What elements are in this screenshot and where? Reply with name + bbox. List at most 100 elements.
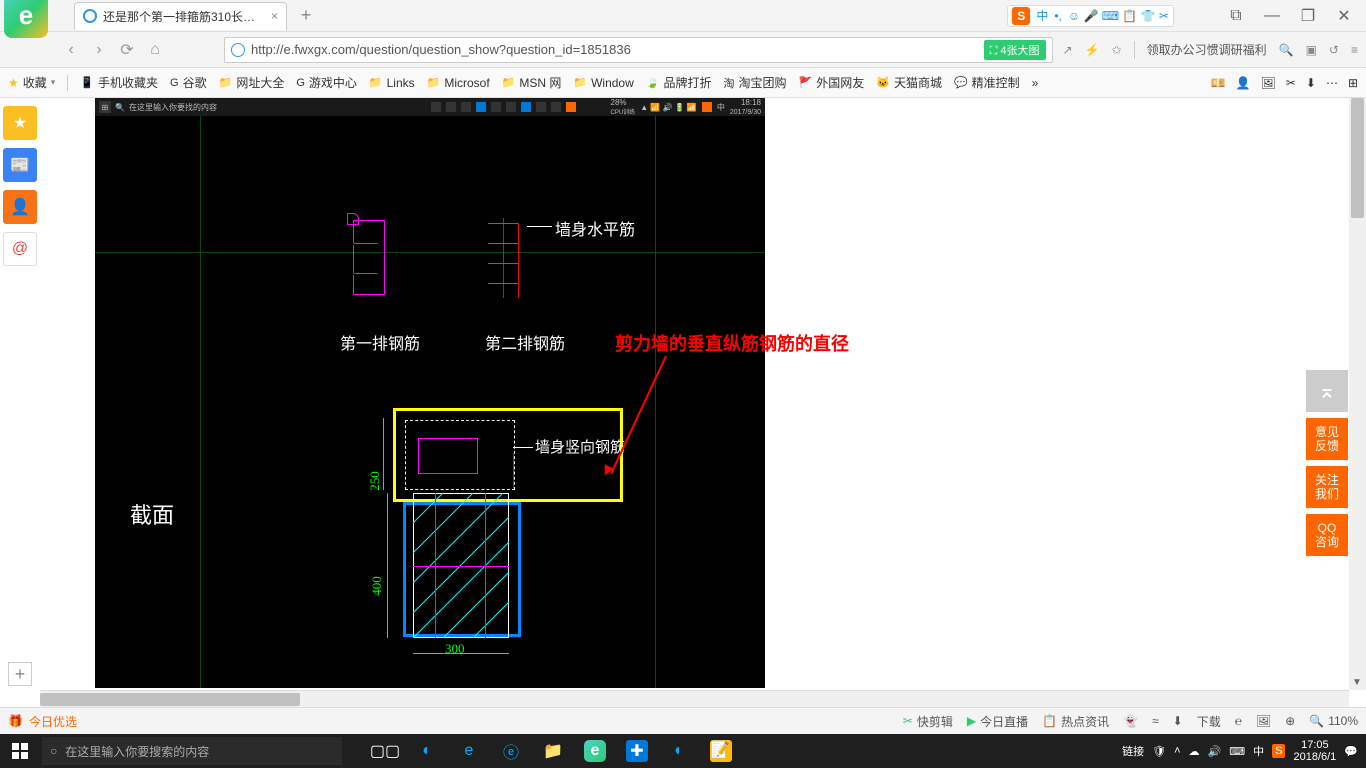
images-badge[interactable]: ⛶ 4张大图 <box>984 40 1046 60</box>
rail-favorites-icon[interactable]: ★ <box>3 106 37 140</box>
flash-icon[interactable]: ⚡ <box>1085 43 1100 57</box>
status-item[interactable]: ▶ 今日直播 <box>967 713 1028 730</box>
favorites-button[interactable]: ★收藏 ▾ <box>8 74 55 91</box>
bookmark-item[interactable]: 📁Links <box>369 74 415 91</box>
today-picks[interactable]: 🎁今日优选 <box>8 713 77 730</box>
bookmark-item[interactable]: 🐱天猫商城 <box>876 74 942 91</box>
task-app-notes[interactable]: 📝 <box>700 734 742 768</box>
ime-toolbar[interactable]: S 中 •, ☺ 🎤 ⌨ 📋 👕 ✂ <box>1007 5 1174 27</box>
bookmark-item[interactable]: 📱手机收藏夹 <box>80 74 158 91</box>
bookmark-tool-icon[interactable]: ⊞ <box>1348 76 1358 90</box>
tab-close-icon[interactable]: × <box>271 9 278 23</box>
rail-news-icon[interactable]: 📰 <box>3 148 37 182</box>
follow-button[interactable]: 关注 我们 <box>1306 466 1348 508</box>
search-icon[interactable]: 🔍 <box>1279 43 1294 57</box>
task-app-plus[interactable]: ✚ <box>616 734 658 768</box>
nav-back-button[interactable]: ‹ <box>62 41 80 59</box>
cad-vert-label: 墙身竖向钢筋 <box>535 436 625 457</box>
tray-keyboard-icon[interactable]: ⌨ <box>1229 745 1245 758</box>
tray-link-label: 链接 <box>1122 743 1144 759</box>
rail-at-icon[interactable]: @ <box>3 232 37 266</box>
task-app-360[interactable]: ◐ <box>406 734 448 768</box>
tray-shield-icon[interactable]: 🛡 <box>1152 745 1166 758</box>
status-icon[interactable]: ℮ <box>1235 714 1242 728</box>
tray-volume-icon[interactable]: 🔊 <box>1208 745 1222 758</box>
cad-horiz-label: 墙身水平筋 <box>555 216 635 240</box>
window-maximize-button[interactable]: ❐ <box>1290 2 1326 30</box>
tray-notifications-icon[interactable]: 💬 <box>1344 745 1358 758</box>
bookmark-item[interactable]: 🚩外国网友 <box>799 74 865 91</box>
bookmark-tool-icon[interactable]: 💴 <box>1211 76 1226 90</box>
promo-link[interactable]: 领取办公习惯调研福利 <box>1147 41 1267 58</box>
tray-chevron-up-icon[interactable]: ˄ <box>1174 745 1180 757</box>
task-app-browser[interactable]: e <box>574 734 616 768</box>
status-icon[interactable]: 下载 <box>1197 713 1221 730</box>
windows-search-input[interactable]: ○在这里输入你要搜索的内容 <box>42 737 342 765</box>
task-app-edge[interactable]: e <box>448 734 490 768</box>
star-icon[interactable]: ✩ <box>1112 43 1122 57</box>
status-icon[interactable]: ⬇ <box>1173 714 1183 728</box>
new-tab-button[interactable]: + <box>295 5 317 27</box>
undo-icon[interactable]: ↺ <box>1329 43 1339 57</box>
bookmark-tool-icon[interactable]: 👤 <box>1236 76 1251 90</box>
share-icon[interactable]: ↗ <box>1063 43 1073 57</box>
vertical-scrollbar[interactable]: ▼ <box>1349 98 1366 690</box>
bookmarks-more[interactable]: » <box>1032 76 1039 90</box>
status-item[interactable]: 📋 热点资讯 <box>1042 713 1109 730</box>
nav-reload-button[interactable]: ⟳ <box>118 41 136 59</box>
scroll-top-button[interactable]: ⌅ <box>1306 370 1348 412</box>
bookmark-tool-icon[interactable]: 🖼 <box>1261 76 1276 90</box>
window-minimize-button[interactable]: — <box>1254 2 1290 30</box>
sidebar-toggle-icon[interactable]: ▣ <box>1306 43 1317 57</box>
tray-sogou-icon[interactable]: S <box>1272 745 1285 757</box>
browser-logo[interactable]: e <box>4 0 48 38</box>
status-icon[interactable]: 👻 <box>1123 714 1138 728</box>
feedback-button[interactable]: 意见 反馈 <box>1306 418 1348 460</box>
add-panel-button[interactable]: + <box>8 662 32 686</box>
task-app-explorer[interactable]: 📁 <box>532 734 574 768</box>
task-app-ie[interactable]: ⓔ <box>490 734 532 768</box>
url-text: http://e.fwxgx.com/question/question_sho… <box>251 42 984 57</box>
tray-clock[interactable]: 17:052018/6/1 <box>1293 739 1336 763</box>
status-icon[interactable]: ⊕ <box>1285 714 1295 728</box>
qq-support-button[interactable]: QQ 咨询 <box>1306 514 1348 556</box>
tray-ime-icon[interactable]: 中 <box>1253 743 1264 759</box>
status-icon[interactable]: ≈ <box>1152 714 1159 728</box>
url-input[interactable]: http://e.fwxgx.com/question/question_sho… <box>224 37 1053 63</box>
task-view-icon[interactable]: ▢▢ <box>364 734 406 768</box>
start-button[interactable] <box>0 734 40 768</box>
status-icon[interactable]: 🖼 <box>1256 714 1271 728</box>
bookmark-item[interactable]: G游戏中心 <box>296 74 357 91</box>
bookmark-tool-icon[interactable]: ⋯ <box>1326 76 1338 90</box>
bookmark-item[interactable]: 📁Window <box>573 74 633 91</box>
cad-taskbar: ⊞ 🔍 在这里输入你要找的内容 28%CPU训练 ▲ 📶 🔊 🔋 📶 中 18:… <box>95 98 765 116</box>
browser-tab[interactable]: 还是那个第一排箍筋310长的那根 × <box>74 2 287 30</box>
tray-cloud-icon[interactable]: ☁ <box>1189 745 1200 758</box>
window-popup-button[interactable]: ⧉ <box>1218 2 1254 30</box>
bookmark-tool-icon[interactable]: ✂ <box>1286 76 1296 90</box>
ime-punct: •, <box>1054 9 1062 23</box>
bookmark-item[interactable]: 📁Microsof <box>427 74 490 91</box>
zoom-level[interactable]: 🔍 110% <box>1309 714 1358 728</box>
bookmarks-bar: ★收藏 ▾ 📱手机收藏夹 G谷歌 📁网址大全 G游戏中心 📁Links 📁Microsof… <box>0 68 1366 98</box>
bookmark-item[interactable]: 📁网址大全 <box>219 74 285 91</box>
ime-icons: ☺ 🎤 ⌨ 📋 👕 ✂ <box>1068 9 1169 23</box>
bookmark-tool-icon[interactable]: ⬇ <box>1306 76 1316 90</box>
windows-taskbar: ○在这里输入你要搜索的内容 ▢▢ ◐ e ⓔ 📁 e ✚ ◐ 📝 链接 🛡 ˄ … <box>0 734 1366 768</box>
bookmark-item[interactable]: 🍃品牌打折 <box>646 74 712 91</box>
annotation-text: 剪力墙的垂直纵筋钢筋的直径 <box>615 330 849 356</box>
bookmark-item[interactable]: 淘淘宝团购 <box>724 74 787 91</box>
nav-home-button[interactable]: ⌂ <box>146 41 164 59</box>
horizontal-scrollbar[interactable] <box>40 690 1349 707</box>
nav-forward-button[interactable]: › <box>90 41 108 59</box>
task-app-c[interactable]: ◐ <box>658 734 700 768</box>
bookmark-item[interactable]: 💬精准控制 <box>954 74 1020 91</box>
rail-weibo-icon[interactable]: 👤 <box>3 190 37 224</box>
menu-icon[interactable]: ≡ <box>1351 43 1358 57</box>
window-close-button[interactable]: ✕ <box>1326 2 1362 30</box>
site-icon <box>231 43 245 57</box>
bookmark-item[interactable]: G谷歌 <box>170 74 207 91</box>
bookmark-item[interactable]: 📁MSN 网 <box>502 74 562 91</box>
cad-section-label: 截面 <box>130 498 174 530</box>
status-item[interactable]: ✂ 快剪辑 <box>903 713 953 730</box>
